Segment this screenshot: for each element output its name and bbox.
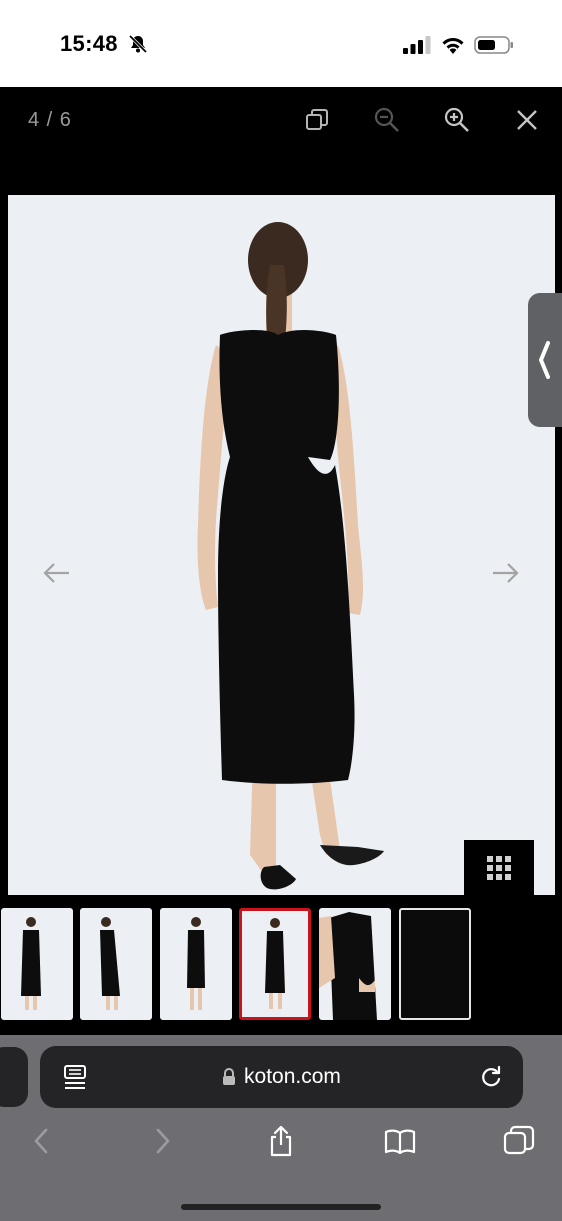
- image-counter: 4 / 6: [28, 109, 72, 131]
- side-panel-tab[interactable]: [528, 293, 562, 427]
- browser-toolbar: koton.com: [0, 1035, 562, 1221]
- thumbnail-figure: [265, 918, 285, 1009]
- tabs-icon[interactable]: [503, 1125, 535, 1157]
- zoom-out-icon: [374, 107, 399, 132]
- thumbnail-5[interactable]: [319, 908, 391, 1020]
- status-bar: 15:48: [0, 0, 562, 87]
- thumbnail-figure: [21, 917, 41, 1010]
- thumbnail-figure: [187, 917, 205, 1010]
- reload-icon[interactable]: [478, 1064, 504, 1090]
- model-figure: [197, 222, 384, 890]
- battery-icon: [474, 36, 513, 54]
- thumbnail-grid-button[interactable]: [464, 840, 534, 895]
- thumbnail-2[interactable]: [80, 908, 152, 1020]
- address-bar[interactable]: koton.com: [40, 1046, 523, 1108]
- fullscreen-button[interactable]: [302, 105, 332, 135]
- viewer-toolbar: 4 / 6: [0, 87, 562, 195]
- thumbnail-3[interactable]: [160, 908, 232, 1020]
- close-button[interactable]: [512, 105, 542, 135]
- arrow-right-icon: [493, 563, 519, 583]
- thumbnail-figure: [319, 912, 377, 1020]
- home-indicator: [181, 1204, 381, 1210]
- thumbnail-4[interactable]: [239, 908, 311, 1020]
- status-time: 15:48: [60, 31, 118, 56]
- close-icon: [517, 110, 537, 130]
- product-image[interactable]: [8, 195, 555, 895]
- lock-icon: [223, 1068, 236, 1085]
- thumbnail-1[interactable]: [1, 908, 73, 1020]
- previous-tab-preview[interactable]: [0, 1047, 28, 1107]
- previous-image-button[interactable]: [42, 558, 72, 588]
- back-icon[interactable]: [26, 1125, 58, 1157]
- thumbnail-figure: [100, 917, 120, 1010]
- zoom-out-button[interactable]: [372, 105, 402, 135]
- arrow-left-icon: [43, 563, 69, 583]
- wifi-icon: [442, 38, 464, 54]
- grid-icon: [487, 855, 511, 880]
- cellular-signal-icon: [403, 36, 431, 54]
- thumbnail-strip: [0, 895, 562, 1035]
- zoom-in-icon: [444, 107, 469, 132]
- zoom-in-button[interactable]: [442, 105, 472, 135]
- chevron-left-icon: [539, 341, 550, 379]
- forward-icon[interactable]: [146, 1125, 178, 1157]
- bell-slash-icon: [128, 34, 148, 54]
- bookmarks-icon[interactable]: [384, 1125, 416, 1157]
- url-text: koton.com: [244, 1065, 341, 1088]
- fullscreen-icon: [306, 109, 328, 130]
- next-image-button[interactable]: [490, 558, 520, 588]
- share-icon[interactable]: [265, 1125, 297, 1157]
- thumbnail-6[interactable]: [399, 908, 471, 1020]
- url-display: koton.com: [40, 1046, 523, 1108]
